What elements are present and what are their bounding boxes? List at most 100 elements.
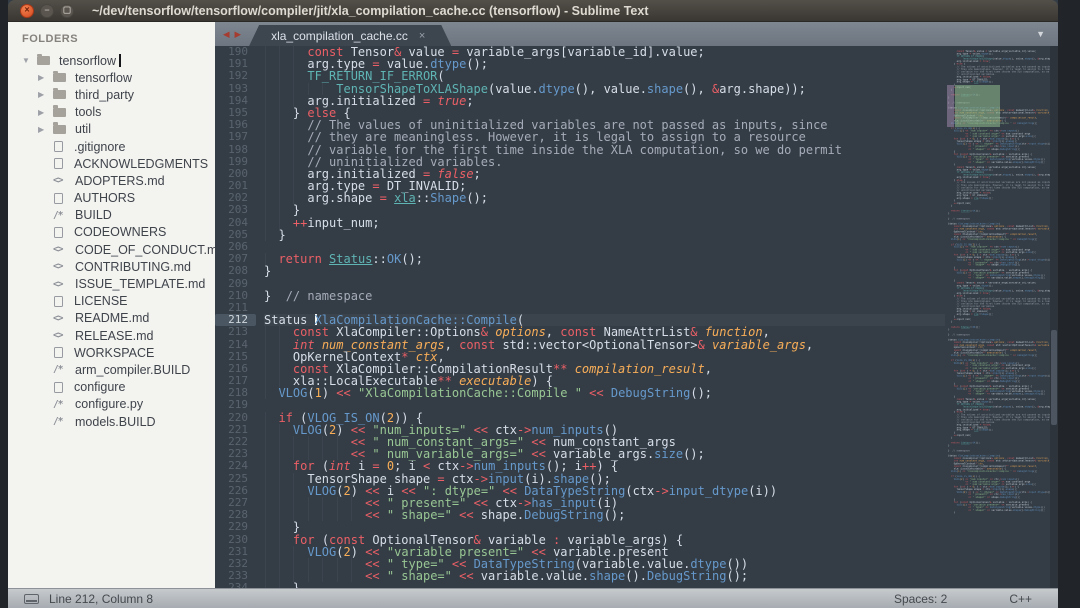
indent-guide (265, 387, 266, 399)
sidebar-item-label: AUTHORS (74, 191, 135, 205)
code-line-228[interactable]: << " shape=" << shape.DebugString(); (264, 509, 945, 521)
sidebar-item-arm-compiler-build[interactable]: /*arm_compiler.BUILD (8, 361, 215, 378)
sidebar-item-label: tools (75, 105, 101, 119)
file-icon (54, 347, 63, 358)
code-area[interactable]: const Tensor& value = variable_args[vari… (256, 46, 945, 588)
line-number: 224 (215, 460, 256, 472)
indent-guide (279, 582, 280, 588)
markup-file-icon: <> (53, 261, 66, 272)
indent-guide (322, 570, 323, 582)
window-title: ~/dev/tensorflow/tensorflow/compiler/jit… (92, 4, 649, 18)
minimap-accent-block (947, 85, 954, 127)
code-line-234[interactable]: } (264, 582, 945, 588)
line-number: 208 (215, 265, 256, 277)
source-file-icon: /* (53, 399, 66, 410)
markup-file-icon: <> (53, 330, 66, 341)
nav-back-icon[interactable]: ◀ (223, 29, 230, 40)
folder-icon (53, 125, 66, 134)
sidebar-item-label: configure (74, 380, 125, 394)
layout-icon (24, 594, 39, 604)
sidebar-item-label: LICENSE (74, 294, 128, 308)
tab-overflow-icon[interactable]: ▼ (1036, 29, 1045, 39)
line-number: 230 (215, 534, 256, 546)
tab-xla-compilation-cache[interactable]: xla_compilation_cache.cc × (249, 25, 451, 46)
sidebar-item-code-of-conduct-md[interactable]: <>CODE_OF_CONDUCT.md (8, 241, 215, 258)
indent-guide (351, 570, 352, 582)
maximize-button[interactable]: ▢ (60, 4, 74, 18)
sidebar-item-tensorflow[interactable]: ▶tensorflow (8, 69, 215, 86)
sidebar-item-authors[interactable]: AUTHORS (8, 190, 215, 207)
sidebar-item-configure[interactable]: configure (8, 379, 215, 396)
indent-guide (337, 509, 338, 521)
sidebar-item-label: CODEOWNERS (74, 225, 166, 239)
tab-history-nav: ◀ ▶ (221, 29, 249, 40)
sidebar-item-label: arm_compiler.BUILD (75, 363, 190, 377)
file-icon (54, 141, 63, 152)
scrollbar-track[interactable] (1050, 46, 1058, 588)
minimize-button[interactable]: – (40, 4, 54, 18)
indent-guide (265, 229, 266, 241)
sidebar-item-tensorflow[interactable]: ▼tensorflow (8, 52, 215, 69)
sidebar-item-readme-md[interactable]: <>README.md (8, 310, 215, 327)
close-button[interactable]: × (20, 4, 34, 18)
sidebar-item-label: ISSUE_TEMPLATE.md (75, 277, 205, 291)
indent-guide (308, 509, 309, 521)
minimap-string-block (955, 85, 1000, 127)
sidebar-item-contributing-md[interactable]: <> CONTRIBUTING.md (8, 258, 215, 275)
sidebar-item-models-build[interactable]: /* models.BUILD (8, 413, 215, 430)
sidebar-item-release-md[interactable]: <>RELEASE.md (8, 327, 215, 344)
code-line-202[interactable]: arg.shape = xla::Shape(); (264, 192, 945, 204)
line-number: 192 (215, 70, 256, 82)
sidebar-item-adopters-md[interactable]: <>ADOPTERS.md (8, 172, 215, 189)
disclosure-collapsed-icon: ▶ (38, 108, 53, 117)
minimap[interactable]: const Tensor& value = variable_args[vari… (945, 46, 1050, 588)
cursor-position-status[interactable]: Line 212, Column 8 (49, 592, 153, 606)
sidebar-item-acknowledgments[interactable]: ACKNOWLEDGMENTS (8, 155, 215, 172)
scrollbar-thumb[interactable] (1051, 330, 1057, 425)
sidebar-item-workspace[interactable]: WORKSPACE (8, 344, 215, 361)
indentation-status[interactable]: Spaces: 2 (894, 592, 947, 606)
code-line-233[interactable]: << " shape=" << variable.value.shape().D… (264, 570, 945, 582)
markup-file-icon: <> (53, 244, 66, 255)
sidebar-item-tools[interactable]: ▶ tools (8, 104, 215, 121)
line-number: 193 (215, 83, 256, 95)
maximize-icon: ▢ (63, 6, 72, 15)
sidebar-item-codeowners[interactable]: CODEOWNERS (8, 224, 215, 241)
close-icon: × (24, 6, 29, 15)
folder-icon (53, 73, 66, 82)
sidebar-item-issue-template-md[interactable]: <>ISSUE_TEMPLATE.md (8, 275, 215, 292)
file-icon (54, 382, 63, 393)
code-line-205[interactable]: } (264, 229, 945, 241)
sidebar-item-label: CONTRIBUTING.md (75, 260, 191, 274)
sidebar-item-third-party[interactable]: ▶third_party (8, 86, 215, 103)
file-icon (54, 193, 63, 204)
nav-forward-icon[interactable]: ▶ (235, 29, 242, 40)
syntax-status[interactable]: C++ (1009, 592, 1032, 606)
sidebar-item-label: .gitignore (74, 140, 125, 154)
sublime-text-window: × – ▢ ~/dev/tensorflow/tensorflow/compil… (8, 0, 1058, 608)
folders-header: FOLDERS (8, 22, 215, 52)
code-line-210[interactable]: } // namespace (264, 290, 945, 302)
i-beam-cursor-artifact (119, 54, 121, 67)
code-line-194[interactable]: arg.initialized = true; (264, 95, 945, 107)
line-number: 220 (215, 412, 256, 424)
line-number: 213 (215, 326, 256, 338)
source-file-icon: /* (53, 416, 66, 427)
sidebar-item-label: models.BUILD (75, 415, 156, 429)
code-line-204[interactable]: ++input_num; (264, 217, 945, 229)
sidebar-item-configure-py[interactable]: /*configure.py (8, 396, 215, 413)
code-line-208[interactable]: } (264, 265, 945, 277)
sidebar-item-util[interactable]: ▶util (8, 121, 215, 138)
titlebar: × – ▢ ~/dev/tensorflow/tensorflow/compil… (8, 0, 1058, 22)
tab-close-icon[interactable]: × (419, 30, 425, 42)
code-line-207[interactable]: return Status::OK(); (264, 253, 945, 265)
line-number: 197 (215, 131, 256, 143)
sidebar-item-build[interactable]: /*BUILD (8, 207, 215, 224)
indent-guide (337, 570, 338, 582)
line-number: 204 (215, 217, 256, 229)
code-line-218[interactable]: VLOG(1) << "XlaCompilationCache::Compile… (264, 387, 945, 399)
sidebar-item-label: BUILD (75, 208, 112, 222)
sidebar-item-gitignore[interactable]: .gitignore (8, 138, 215, 155)
sidebar-item-license[interactable]: LICENSE (8, 293, 215, 310)
line-number-gutter: 1901911921931941951961971981992002012022… (215, 46, 256, 588)
